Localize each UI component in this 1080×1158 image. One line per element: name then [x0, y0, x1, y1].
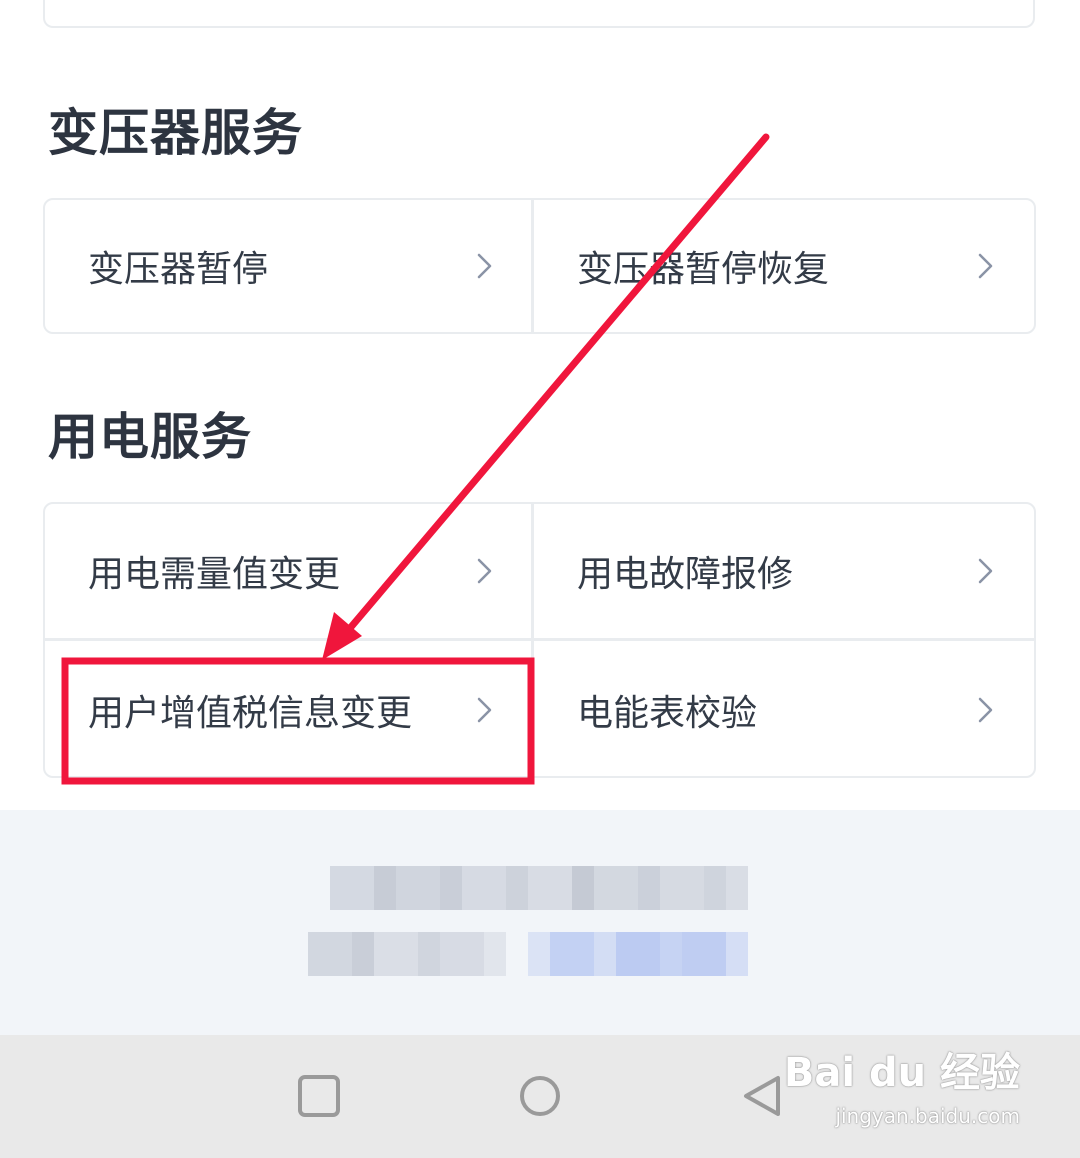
service-item-fault-repair[interactable]: 用电故障报修 [534, 504, 1034, 638]
service-item-label: 变压器暂停 [88, 249, 269, 290]
triangle-back-icon[interactable] [740, 1073, 786, 1119]
watermark-url: jingyan.baidu.com [835, 1104, 1020, 1128]
watermark: Bai du 经验 jingyan.baidu.com [783, 1040, 1020, 1128]
service-item-transformer-pause[interactable]: 变压器暂停 [45, 200, 533, 332]
chevron-right-icon [477, 253, 492, 279]
service-item-label: 用户增值税信息变更 [88, 692, 413, 734]
section-title-electricity: 用电服务 [48, 408, 252, 466]
obscured-text-line-1 [330, 866, 748, 910]
chevron-right-icon [978, 253, 993, 279]
chevron-right-icon [477, 558, 492, 584]
grid-divider [531, 504, 534, 776]
square-icon[interactable] [296, 1073, 342, 1119]
watermark-logo: Bai du 经验 [783, 1050, 1020, 1096]
transformer-services-grid: 变压器暂停 变压器暂停恢复 [43, 198, 1036, 334]
chevron-right-icon [477, 697, 492, 722]
service-item-label: 变压器暂停恢复 [577, 249, 830, 290]
service-item-label: 用电故障报修 [577, 554, 794, 595]
chevron-right-icon [978, 558, 993, 584]
service-item-meter-calibration[interactable]: 电能表校验 [534, 641, 1034, 776]
section-title-transformer: 变压器服务 [48, 104, 303, 162]
service-item-label: 用电需量值变更 [88, 554, 341, 595]
service-item-transformer-resume[interactable]: 变压器暂停恢复 [534, 200, 1034, 332]
electricity-services-grid: 用电需量值变更 用电故障报修 用户增值税信息变更 电能表校验 [43, 502, 1036, 778]
service-item-label: 电能表校验 [577, 692, 758, 734]
previous-section-card [43, 0, 1035, 28]
service-item-demand-change[interactable]: 用电需量值变更 [45, 504, 533, 638]
circle-icon[interactable] [517, 1073, 563, 1119]
service-item-vat-info-change[interactable]: 用户增值税信息变更 [45, 641, 533, 776]
chevron-right-icon [978, 697, 993, 722]
footer [0, 810, 1080, 1035]
obscured-text-line-2 [308, 932, 748, 976]
